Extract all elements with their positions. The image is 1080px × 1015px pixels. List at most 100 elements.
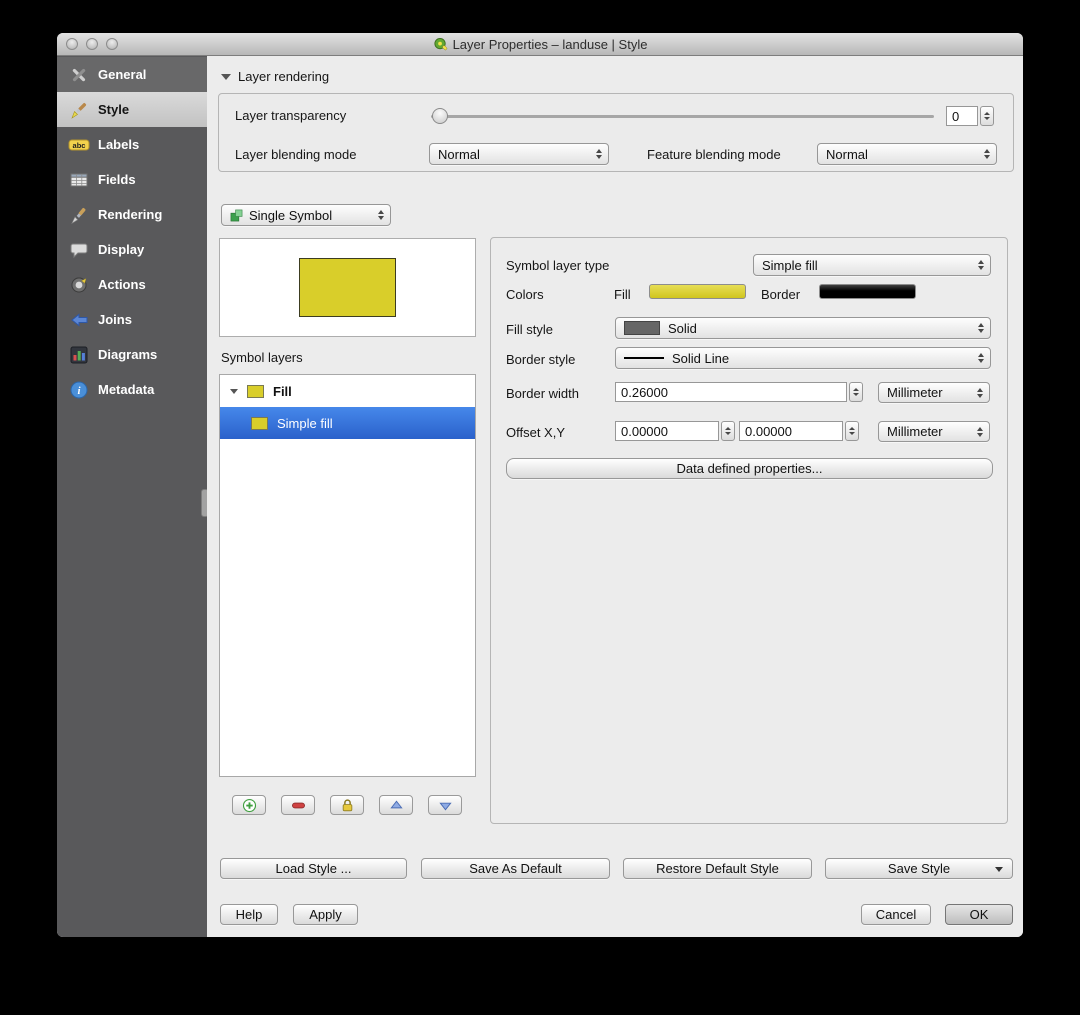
fill-swatch-icon bbox=[247, 384, 264, 398]
save-style-button[interactable]: Save Style bbox=[825, 858, 1013, 879]
qgis-icon bbox=[433, 37, 448, 52]
popup-arrows-icon bbox=[971, 426, 986, 437]
fill-style-value: Solid bbox=[668, 320, 697, 336]
data-defined-properties-button[interactable]: Data defined properties... bbox=[506, 458, 993, 479]
rendering-brush-icon bbox=[68, 204, 90, 226]
feature-blending-mode-label: Feature blending mode bbox=[647, 147, 781, 162]
renderer-type-popup[interactable]: Single Symbol bbox=[221, 204, 391, 226]
sidebar-item-fields[interactable]: Fields bbox=[57, 162, 207, 197]
minimize-window-button[interactable] bbox=[86, 38, 98, 50]
border-width-unit-value: Millimeter bbox=[887, 385, 943, 400]
border-style-popup[interactable]: Solid Line bbox=[615, 347, 991, 369]
tree-row-label: Fill bbox=[273, 383, 292, 399]
data-defined-properties-label: Data defined properties... bbox=[676, 461, 823, 476]
sidebar-item-general[interactable]: General bbox=[57, 57, 207, 92]
sidebar-item-label: Joins bbox=[98, 312, 132, 327]
sidebar-item-metadata[interactable]: i Metadata bbox=[57, 372, 207, 407]
style-tab-content: Layer rendering Layer transparency Layer… bbox=[207, 56, 1023, 937]
chevron-down-icon[interactable] bbox=[995, 867, 1003, 872]
down-arrow-icon bbox=[438, 798, 453, 813]
sidebar-item-diagrams[interactable]: Diagrams bbox=[57, 337, 207, 372]
ok-label: OK bbox=[969, 907, 989, 922]
fill-label: Fill bbox=[614, 287, 631, 302]
symbol-layer-type-popup[interactable]: Simple fill bbox=[753, 254, 991, 276]
restore-default-style-button[interactable]: Restore Default Style bbox=[623, 858, 812, 879]
remove-symbol-layer-button[interactable] bbox=[281, 795, 315, 815]
layer-rendering-section-header[interactable]: Layer rendering bbox=[221, 69, 329, 84]
sidebar-item-rendering[interactable]: Rendering bbox=[57, 197, 207, 232]
layer-blending-mode-value: Normal bbox=[438, 146, 480, 162]
expand-triangle-icon[interactable] bbox=[230, 388, 238, 394]
svg-text:abc: abc bbox=[73, 140, 86, 149]
offset-x-stepper[interactable] bbox=[721, 421, 735, 441]
transparency-slider-knob[interactable] bbox=[432, 108, 448, 124]
feature-blending-mode-popup[interactable]: Normal bbox=[817, 143, 997, 165]
border-width-stepper[interactable] bbox=[849, 382, 863, 402]
transparency-stepper[interactable] bbox=[980, 106, 994, 126]
transparency-slider-track[interactable] bbox=[431, 115, 934, 118]
sidebar-item-labels[interactable]: abc Labels bbox=[57, 127, 207, 162]
layer-blending-mode-popup[interactable]: Normal bbox=[429, 143, 609, 165]
single-symbol-icon bbox=[230, 209, 243, 222]
save-style-label: Save Style bbox=[887, 861, 951, 876]
offset-unit-popup[interactable]: Millimeter bbox=[878, 421, 990, 442]
cancel-label: Cancel bbox=[875, 907, 917, 922]
offset-x-input[interactable] bbox=[615, 421, 719, 441]
sidebar-item-label: Diagrams bbox=[98, 347, 158, 362]
transparency-value-spinner bbox=[946, 106, 994, 126]
close-window-button[interactable] bbox=[66, 38, 78, 50]
popup-arrows-icon bbox=[972, 353, 987, 363]
zoom-window-button[interactable] bbox=[106, 38, 118, 50]
move-layer-up-button[interactable] bbox=[379, 795, 413, 815]
titlebar[interactable]: Layer Properties – landuse | Style bbox=[57, 33, 1023, 56]
border-width-unit-popup[interactable]: Millimeter bbox=[878, 382, 990, 403]
help-button[interactable]: Help bbox=[220, 904, 278, 925]
save-as-default-button[interactable]: Save As Default bbox=[421, 858, 610, 879]
window-title-area: Layer Properties – landuse | Style bbox=[433, 37, 647, 52]
fill-color-button[interactable] bbox=[649, 284, 746, 299]
sidebar-item-style[interactable]: Style bbox=[57, 92, 207, 127]
sidebar-item-display[interactable]: Display bbox=[57, 232, 207, 267]
border-label: Border bbox=[761, 287, 801, 302]
ok-button[interactable]: OK bbox=[945, 904, 1013, 925]
lock-color-button[interactable] bbox=[330, 795, 364, 815]
offset-y-stepper[interactable] bbox=[845, 421, 859, 441]
transparency-value-input[interactable] bbox=[946, 106, 978, 126]
feature-blending-mode-value: Normal bbox=[826, 146, 868, 162]
minus-icon bbox=[291, 798, 306, 813]
transparency-slider[interactable] bbox=[431, 108, 934, 124]
cancel-button[interactable]: Cancel bbox=[861, 904, 931, 925]
sidebar-item-joins[interactable]: Joins bbox=[57, 302, 207, 337]
layer-properties-window: Layer Properties – landuse | Style Gener… bbox=[57, 33, 1023, 937]
add-symbol-layer-button[interactable] bbox=[232, 795, 266, 815]
join-arrow-icon bbox=[68, 309, 90, 331]
tree-row-fill[interactable]: Fill bbox=[220, 375, 475, 407]
sidebar-item-label: Rendering bbox=[98, 207, 163, 222]
apply-button[interactable]: Apply bbox=[293, 904, 358, 925]
fill-style-label: Fill style bbox=[506, 322, 553, 337]
symbol-layer-type-value: Simple fill bbox=[762, 257, 818, 273]
load-style-button[interactable]: Load Style ... bbox=[220, 858, 407, 879]
load-style-label: Load Style ... bbox=[275, 861, 352, 876]
offset-label: Offset X,Y bbox=[506, 425, 566, 440]
abc-label-icon: abc bbox=[68, 134, 90, 156]
border-width-input[interactable] bbox=[615, 382, 847, 402]
symbol-layer-properties-groupbox: Symbol layer type Simple fill Colors Fil… bbox=[490, 237, 1008, 824]
collapse-triangle-icon[interactable] bbox=[221, 73, 231, 80]
fill-style-popup[interactable]: Solid bbox=[615, 317, 991, 339]
action-gear-icon bbox=[68, 274, 90, 296]
move-layer-down-button[interactable] bbox=[428, 795, 462, 815]
border-style-label: Border style bbox=[506, 352, 576, 367]
restore-default-style-label: Restore Default Style bbox=[656, 861, 779, 876]
border-width-label: Border width bbox=[506, 386, 579, 401]
sidebar-item-actions[interactable]: Actions bbox=[57, 267, 207, 302]
tree-row-simple-fill[interactable]: Simple fill bbox=[220, 407, 475, 439]
offset-y-input[interactable] bbox=[739, 421, 843, 441]
renderer-type-value: Single Symbol bbox=[249, 207, 333, 223]
simple-fill-swatch-icon bbox=[251, 416, 268, 430]
symbol-layers-tree: Fill Simple fill bbox=[219, 374, 476, 777]
sidebar: General Style abc Labels Fields Renderin… bbox=[57, 56, 209, 937]
symbol-layers-label: Symbol layers bbox=[221, 350, 303, 365]
border-color-button[interactable] bbox=[819, 284, 916, 299]
sidebar-item-label: Actions bbox=[98, 277, 146, 292]
